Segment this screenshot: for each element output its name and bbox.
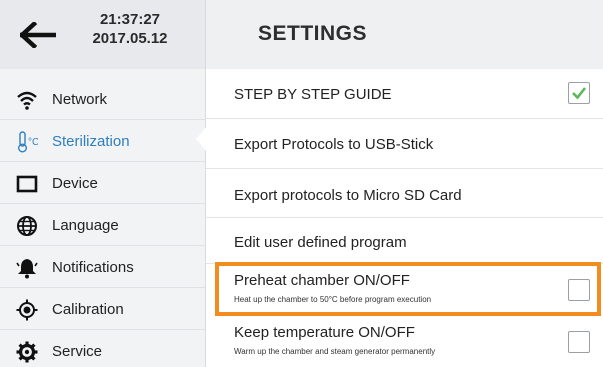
- checkmark-icon: [572, 87, 587, 100]
- sidebar: Network °C Sterilization Device Language: [0, 69, 206, 367]
- setting-export-sd[interactable]: Export protocols to Micro SD Card: [206, 169, 603, 218]
- svg-text:°C: °C: [28, 137, 38, 148]
- header-bar: 21:37:27 2017.05.12 SETTINGS: [0, 0, 603, 69]
- setting-label: Export Protocols to USB-Stick: [234, 136, 434, 153]
- sidebar-item-language[interactable]: Language: [0, 204, 206, 246]
- sidebar-item-label: Notifications: [52, 259, 134, 276]
- sidebar-item-label: Network: [52, 91, 108, 108]
- setting-keep-temperature[interactable]: Keep temperature ON/OFF Warm up the cham…: [206, 318, 603, 367]
- setting-export-usb[interactable]: Export Protocols to USB-Stick: [206, 119, 603, 169]
- clock-date: 2017.05.12: [92, 30, 168, 47]
- sidebar-item-label: Calibration: [52, 301, 124, 318]
- wifi-icon: [17, 91, 37, 110]
- highlight-frame: [215, 262, 601, 316]
- sidebar-item-label: Language: [52, 217, 119, 234]
- setting-step-by-step-guide[interactable]: STEP BY STEP GUIDE: [206, 69, 603, 119]
- header-left-panel: 21:37:27 2017.05.12: [0, 0, 206, 69]
- globe-icon: [17, 216, 37, 236]
- setting-label: Export protocols to Micro SD Card: [234, 187, 462, 204]
- sidebar-item-notifications[interactable]: Notifications: [0, 246, 206, 288]
- calibration-icon: [16, 299, 38, 321]
- back-arrow-icon[interactable]: [20, 22, 56, 48]
- clock-time: 21:37:27: [99, 11, 161, 28]
- sidebar-item-label: Sterilization: [52, 133, 130, 150]
- setting-label: Keep temperature ON/OFF: [234, 324, 415, 341]
- thermometer-celsius-icon: °C: [18, 131, 38, 153]
- sidebar-item-calibration[interactable]: Calibration: [0, 288, 206, 330]
- setting-edit-user-program[interactable]: Edit user defined program: [206, 218, 603, 264]
- sidebar-item-label: Device: [52, 175, 98, 192]
- step-guide-checkbox[interactable]: [568, 82, 590, 104]
- setting-label: STEP BY STEP GUIDE: [234, 86, 392, 103]
- sidebar-item-network[interactable]: Network: [0, 78, 206, 120]
- bell-icon: [16, 259, 38, 279]
- page-title: SETTINGS: [258, 22, 368, 45]
- sidebar-item-sterilization[interactable]: °C Sterilization: [0, 120, 206, 162]
- keep-temperature-checkbox[interactable]: [568, 331, 590, 353]
- setting-label: Edit user defined program: [234, 234, 407, 251]
- settings-list: STEP BY STEP GUIDE Export Protocols to U…: [206, 69, 603, 367]
- sidebar-item-label: Service: [52, 343, 103, 360]
- gear-icon: [16, 341, 38, 363]
- setting-description: Warm up the chamber and steam generator …: [234, 347, 436, 356]
- sidebar-item-device[interactable]: Device: [0, 162, 206, 204]
- device-icon: [16, 175, 38, 193]
- sidebar-item-service[interactable]: Service: [0, 330, 206, 367]
